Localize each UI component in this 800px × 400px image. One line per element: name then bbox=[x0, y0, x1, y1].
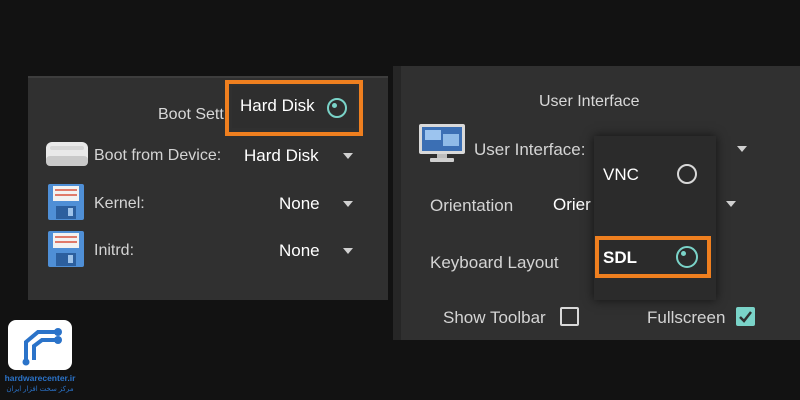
orientation-value[interactable]: Orier bbox=[553, 195, 591, 215]
user-interface-title: User Interface bbox=[539, 93, 640, 110]
keyboard-layout-label[interactable]: Keyboard Layout bbox=[430, 253, 559, 273]
user-interface-label: User Interface: bbox=[474, 140, 586, 159]
kernel-value[interactable]: None bbox=[279, 194, 320, 214]
circuit-logo-icon bbox=[22, 328, 62, 366]
boot-device-dropdown-arrow-icon[interactable] bbox=[343, 153, 353, 159]
user-interface-dropdown-arrow-icon[interactable] bbox=[737, 146, 747, 152]
show-toolbar-label: Show Toolbar bbox=[443, 308, 546, 327]
vnc-option-label: VNC bbox=[603, 165, 639, 184]
watermark-logo: hardwarecenter.ir مرکز سخت افزار ایران bbox=[0, 318, 80, 400]
sdl-highlight-box bbox=[595, 236, 711, 278]
logo-badge bbox=[8, 320, 72, 370]
initrd-value[interactable]: None bbox=[279, 241, 320, 261]
logo-name: hardwarecenter.ir bbox=[4, 373, 76, 383]
orientation-label: Orientation bbox=[430, 196, 514, 215]
cdrom-drive-icon bbox=[46, 142, 88, 166]
initrd-label: Initrd: bbox=[94, 242, 135, 259]
monitor-icon bbox=[419, 124, 465, 162]
floppy-disk-icon bbox=[48, 184, 84, 220]
logo-subtitle: مرکز سخت افزار ایران bbox=[6, 386, 74, 393]
hard-disk-highlight-box bbox=[225, 80, 363, 136]
initrd-dropdown-arrow-icon[interactable] bbox=[343, 248, 353, 254]
vnc-radio[interactable] bbox=[677, 164, 697, 184]
boot-device-value[interactable]: Hard Disk bbox=[244, 146, 319, 166]
kernel-label: Kernel: bbox=[94, 195, 145, 212]
show-toolbar-checkbox[interactable] bbox=[560, 307, 579, 326]
fullscreen-checkbox[interactable] bbox=[736, 307, 755, 326]
boot-settings-title: Boot Sett bbox=[158, 106, 224, 123]
fullscreen-label: Fullscreen bbox=[647, 308, 726, 327]
checkmark-icon bbox=[739, 311, 752, 323]
boot-device-label: Boot from Device: bbox=[94, 147, 222, 164]
floppy-disk-icon bbox=[48, 231, 84, 267]
orientation-dropdown-arrow-icon[interactable] bbox=[726, 201, 736, 207]
kernel-dropdown-arrow-icon[interactable] bbox=[343, 201, 353, 207]
